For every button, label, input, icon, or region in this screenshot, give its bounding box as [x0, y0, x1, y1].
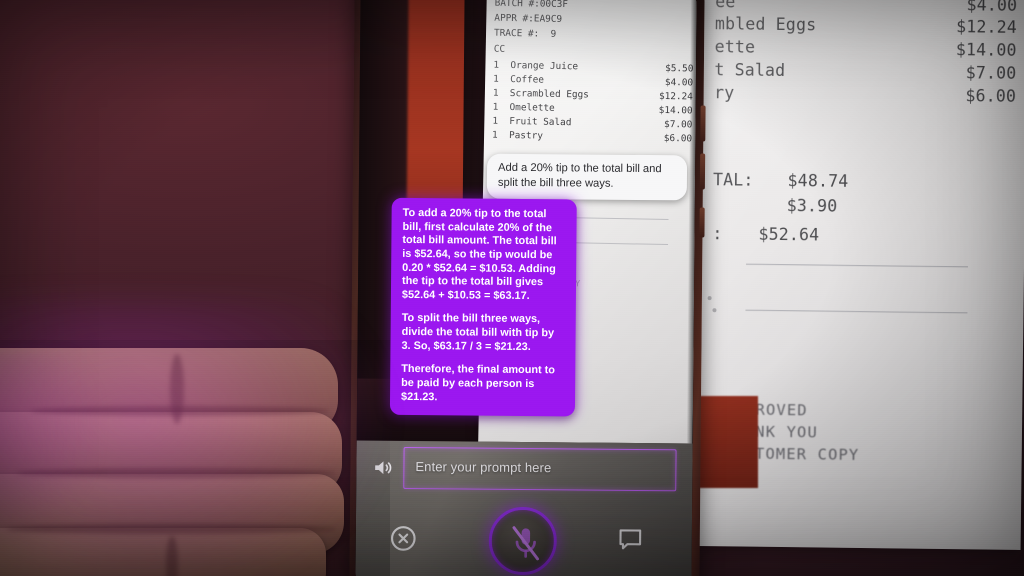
photo-vignette [0, 0, 1024, 576]
screenshot-scene: $4.00ee $12.24mbled Eggs $14.00ette $7.0… [0, 0, 1024, 576]
